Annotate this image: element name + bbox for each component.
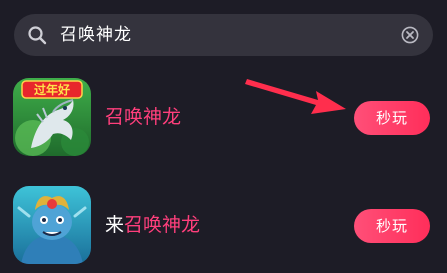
result-item[interactable]: 来召唤神龙 秒玩 bbox=[0, 186, 447, 268]
result-item[interactable]: 过年好 召唤神龙 秒玩 bbox=[0, 78, 447, 160]
title-highlight: 召唤神龙 bbox=[124, 214, 201, 236]
title-prefix: 来 bbox=[105, 214, 125, 236]
play-button[interactable]: 秒玩 bbox=[354, 101, 430, 135]
result-title[interactable]: 来召唤神龙 bbox=[105, 186, 200, 264]
dragon-game-icon[interactable]: 过年好 bbox=[13, 78, 91, 156]
play-button[interactable]: 秒玩 bbox=[354, 209, 430, 243]
result-title[interactable]: 召唤神龙 bbox=[105, 78, 181, 156]
search-bar[interactable]: 召唤神龙 bbox=[14, 14, 433, 56]
search-icon bbox=[28, 26, 47, 45]
clear-icon[interactable] bbox=[401, 26, 419, 44]
search-input[interactable]: 召唤神龙 bbox=[60, 14, 400, 56]
dragon-game-icon[interactable] bbox=[13, 186, 91, 264]
title-highlight: 召唤神龙 bbox=[105, 106, 182, 128]
new-year-badge: 过年好 bbox=[34, 82, 70, 97]
